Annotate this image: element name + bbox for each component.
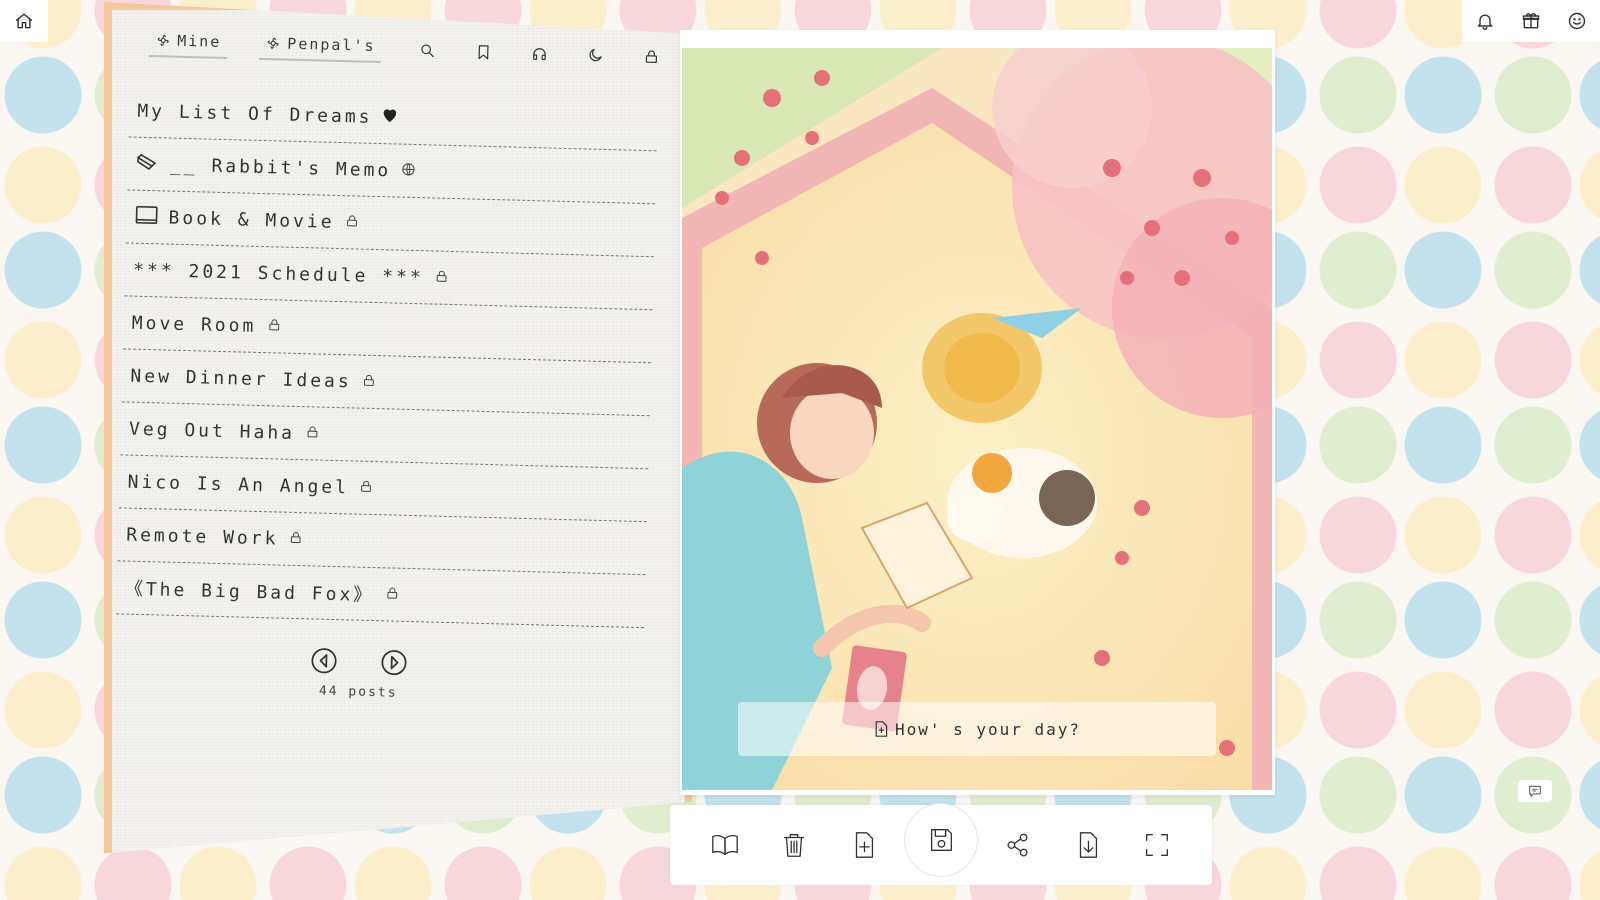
heart-icon: [383, 108, 397, 122]
entry-badge: [266, 316, 282, 337]
lock-icon: [268, 318, 279, 330]
flower-icon: [157, 34, 169, 46]
entry-title: Book & Movie: [168, 207, 335, 233]
bookmark-button[interactable]: [469, 37, 498, 66]
entry-title: *** 2021 Schedule ***: [132, 259, 424, 288]
entry-badge: [359, 477, 375, 498]
file-plus-icon: [855, 832, 873, 858]
tab-penpals-label: Penpal's: [287, 34, 376, 55]
tab-mine-label: Mine: [176, 31, 222, 51]
lock-icon: [290, 531, 301, 543]
home-icon: [15, 13, 33, 29]
save-icon: [930, 829, 952, 851]
fullscreen-button[interactable]: [1129, 817, 1185, 873]
write-prompt-label: How' s your day?: [894, 719, 1082, 739]
tab-mine[interactable]: Mine: [148, 28, 228, 60]
lock-icon: [347, 214, 357, 226]
entry-badge: [384, 584, 400, 605]
message-icon: [1529, 785, 1541, 797]
entry-title: Nico Is An Angel: [127, 471, 350, 498]
feedback-button[interactable]: [1518, 780, 1552, 802]
share-button[interactable]: [990, 817, 1046, 873]
entry-title: 《The Big Bad Fox》: [124, 578, 375, 607]
lock-icon: [386, 587, 397, 599]
tab-penpals[interactable]: Penpal's: [258, 31, 382, 64]
diary-list: My List Of Dreams __ Rabbit's Memo Book & …: [116, 84, 658, 629]
entry-badge: [305, 423, 321, 444]
next-page-button[interactable]: [379, 647, 410, 678]
lock-icon: [645, 49, 657, 63]
cover-illustration: [682, 48, 1272, 790]
bell-icon: [1477, 14, 1493, 30]
search-button[interactable]: [413, 36, 442, 65]
open-book-button[interactable]: [697, 817, 753, 873]
entry-badge: [361, 371, 377, 392]
bottom-toolbar: [670, 804, 1212, 885]
book-open-icon: [711, 834, 738, 856]
profile-button[interactable]: [1554, 0, 1600, 42]
headphones-icon: [532, 47, 546, 60]
entry-title: __ Rabbit's Memo: [169, 154, 392, 181]
entry-badge: [401, 160, 417, 181]
lock-button[interactable]: [637, 42, 666, 71]
bookmark-icon: [478, 44, 489, 59]
notebook-tabs: Mine Penpal's: [148, 28, 692, 71]
save-button[interactable]: [904, 804, 977, 876]
home-button[interactable]: [0, 0, 48, 42]
pagination: 44 posts: [104, 640, 623, 707]
dark-mode-button[interactable]: [581, 40, 610, 69]
prev-circle-icon: [311, 648, 337, 674]
smiley-icon: [1568, 12, 1586, 30]
lock-icon: [361, 480, 372, 492]
lock-icon: [436, 270, 447, 282]
entry-title: Remote Work: [125, 524, 279, 550]
download-icon: [1079, 832, 1097, 858]
entry-badge: [433, 267, 449, 288]
moon-icon: [589, 48, 602, 61]
lock-icon: [364, 374, 375, 386]
gift-button[interactable]: [1508, 0, 1554, 42]
music-button[interactable]: [525, 39, 554, 68]
entry-badge: [344, 212, 360, 233]
delete-button[interactable]: [766, 817, 822, 873]
entry-badge: [382, 107, 398, 128]
entry-title: New Dinner Ideas: [130, 365, 353, 392]
file-plus-icon: [875, 721, 888, 737]
flower-icon: [267, 37, 279, 49]
post-count: 44 posts: [318, 683, 398, 701]
entry-badge: [288, 528, 304, 549]
entry-title: My List Of Dreams: [137, 100, 373, 128]
entry-title: Move Room: [131, 312, 257, 337]
globe-icon: [402, 162, 415, 175]
entry-lead-icon: [134, 204, 159, 230]
export-button[interactable]: [1060, 817, 1116, 873]
notifications-button[interactable]: [1462, 0, 1508, 42]
lock-icon: [307, 425, 318, 437]
search-icon: [421, 43, 434, 57]
entry-title: Veg Out Haha: [128, 418, 296, 444]
diary-page: How' s your day?: [680, 30, 1275, 795]
trash-icon: [784, 834, 805, 857]
entry-lead-icon: [136, 151, 161, 177]
prev-page-button[interactable]: [309, 645, 340, 676]
fullscreen-icon: [1146, 834, 1169, 856]
next-circle-icon: [381, 650, 407, 676]
book-icon: [135, 205, 158, 224]
write-prompt[interactable]: How' s your day?: [738, 702, 1216, 756]
share-icon: [1007, 833, 1028, 857]
diary-notebook: Mine Penpal's My List Of Dreams __ Rabbi…: [104, 2, 692, 854]
top-right-toolbar: [1462, 0, 1600, 42]
pencil-icon: [137, 153, 157, 170]
new-page-button[interactable]: [836, 817, 892, 873]
gift-icon: [1522, 13, 1540, 29]
